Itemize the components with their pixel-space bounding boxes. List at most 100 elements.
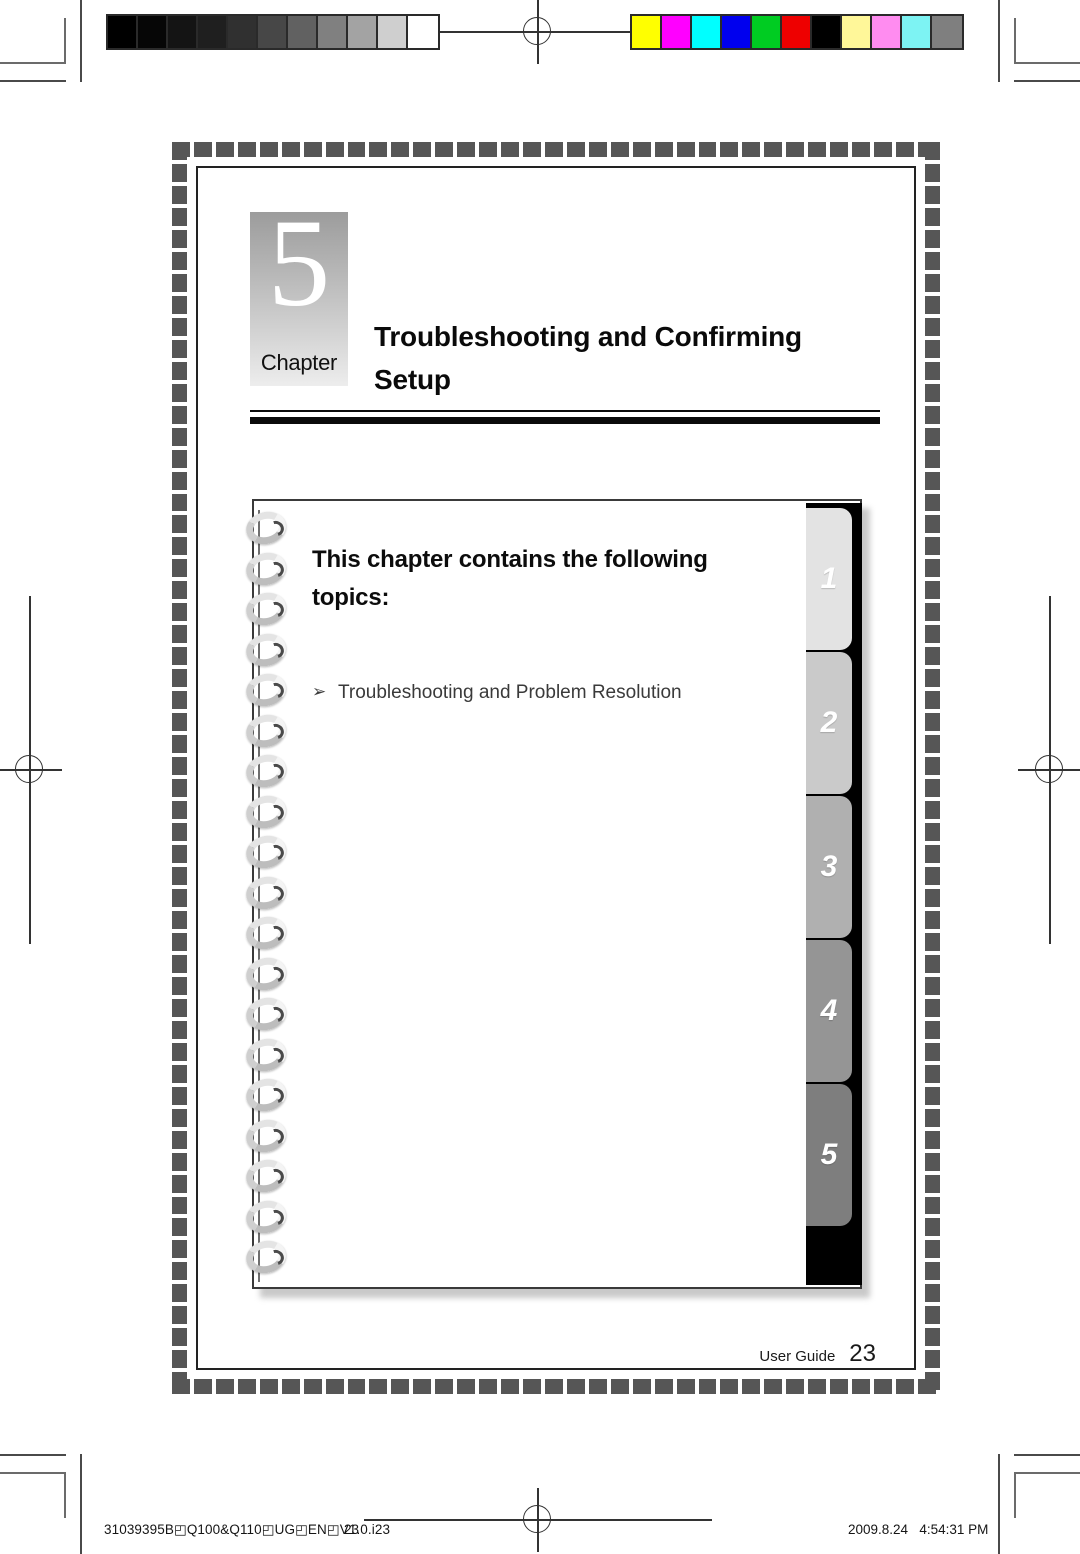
frame-dash (925, 339, 940, 358)
frame-edge-bottom (172, 1379, 940, 1394)
frame-dash (610, 142, 629, 157)
frame-dash (925, 251, 940, 270)
frame-dash (193, 1379, 212, 1394)
frame-dash (172, 757, 187, 776)
color-calibration-bar (630, 14, 964, 50)
registration-ring (15, 755, 43, 783)
frame-dash (925, 625, 940, 644)
grayscale-swatch (108, 16, 138, 48)
spiral-coil (242, 1034, 294, 1077)
frame-dash (925, 888, 940, 907)
frame-dash (435, 142, 454, 157)
frame-dash (172, 1108, 187, 1127)
frame-dash (925, 449, 940, 468)
grayscale-swatch (288, 16, 318, 48)
grayscale-swatch (318, 16, 348, 48)
frame-dash (172, 1372, 187, 1391)
frame-dash (347, 1379, 366, 1394)
frame-dash (172, 932, 187, 951)
frame-dash (172, 1130, 187, 1149)
registration-target-right (1018, 596, 1080, 944)
frame-dash (369, 142, 388, 157)
frame-dash (925, 1262, 940, 1281)
chapter-tab-1[interactable]: 1 (806, 508, 852, 650)
color-swatch (752, 16, 782, 48)
frame-dash (172, 1196, 187, 1215)
frame-dash (654, 142, 673, 157)
print-time: 4:54:31 PM (919, 1522, 989, 1537)
color-swatch (842, 16, 872, 48)
frame-dash (676, 142, 695, 157)
frame-dash (925, 713, 940, 732)
color-swatch (692, 16, 722, 48)
list-item[interactable]: ➢ Troubleshooting and Problem Resolution (312, 679, 782, 708)
color-swatch (662, 16, 692, 48)
frame-dash (172, 1020, 187, 1039)
crop-mark-bottom-left-v (64, 1472, 66, 1518)
page-footer: User Guide 23 (759, 1340, 876, 1368)
chapter-tab-strip[interactable]: 1 2 3 4 5 (806, 503, 862, 1285)
frame-dash (172, 427, 187, 446)
frame-dash (566, 1379, 585, 1394)
grayscale-swatch (138, 16, 168, 48)
frame-dash (172, 691, 187, 710)
frame-dash (325, 1379, 344, 1394)
frame-dash (925, 1174, 940, 1193)
frame-dash (172, 888, 187, 907)
frame-dash (479, 1379, 498, 1394)
spiral-coil (242, 791, 294, 834)
frame-dash (925, 647, 940, 666)
frame-edge-right (925, 142, 940, 1394)
frame-dash (391, 142, 410, 157)
frame-dash (172, 910, 187, 929)
frame-dash (925, 932, 940, 951)
chapter-tab-3[interactable]: 3 (806, 796, 852, 938)
chapter-header: 5 Chapter Troubleshooting and Confirming… (250, 202, 880, 432)
spiral-coil (242, 710, 294, 753)
frame-dash (172, 471, 187, 490)
frame-dash (523, 142, 541, 157)
frame-dash (172, 998, 187, 1017)
frame-dash (925, 1196, 940, 1215)
frame-dash (925, 976, 940, 995)
frame-dash (720, 142, 739, 157)
frame-dash (925, 1328, 940, 1347)
frame-dash (172, 515, 187, 534)
frame-dash (925, 361, 940, 380)
frame-dash (435, 1379, 454, 1394)
frame-dash (925, 998, 940, 1017)
crop-mark-bottom-left-h (0, 1472, 66, 1474)
frame-dash (369, 1379, 388, 1394)
spiral-coil (242, 548, 294, 591)
chapter-tab-number: 3 (820, 850, 838, 883)
chapter-number: 5 (267, 195, 331, 333)
crop-mark-top-left-h (0, 62, 66, 64)
chapter-label: Chapter (260, 350, 338, 375)
frame-dash (925, 954, 940, 973)
frame-dash (676, 1379, 695, 1394)
frame-dash (925, 801, 940, 820)
frame-dash (172, 954, 187, 973)
frame-dash (347, 142, 366, 157)
frame-dash (172, 295, 187, 314)
frame-edge-top (172, 142, 940, 157)
crop-mark-top-right-v (1014, 18, 1016, 64)
frame-dash (172, 1042, 187, 1061)
frame-dash (925, 1086, 940, 1105)
frame-dash (172, 251, 187, 270)
frame-dash (925, 405, 940, 424)
frame-dash (925, 295, 940, 314)
spiral-coil (242, 1155, 294, 1198)
chapter-tab-2[interactable]: 2 (806, 652, 852, 794)
chapter-tab-4[interactable]: 4 (806, 940, 852, 1082)
frame-dash (925, 471, 940, 490)
grayscale-swatch (168, 16, 198, 48)
card-heading: This chapter contains the following topi… (312, 546, 708, 611)
color-swatch (932, 16, 962, 48)
frame-dash (610, 1379, 629, 1394)
registration-ring (523, 17, 551, 45)
chapter-tab-5[interactable]: 5 (806, 1084, 852, 1226)
crop-mark-bottom-right-h (1014, 1472, 1080, 1474)
frame-dash (925, 603, 940, 622)
frame-dash (303, 142, 322, 157)
